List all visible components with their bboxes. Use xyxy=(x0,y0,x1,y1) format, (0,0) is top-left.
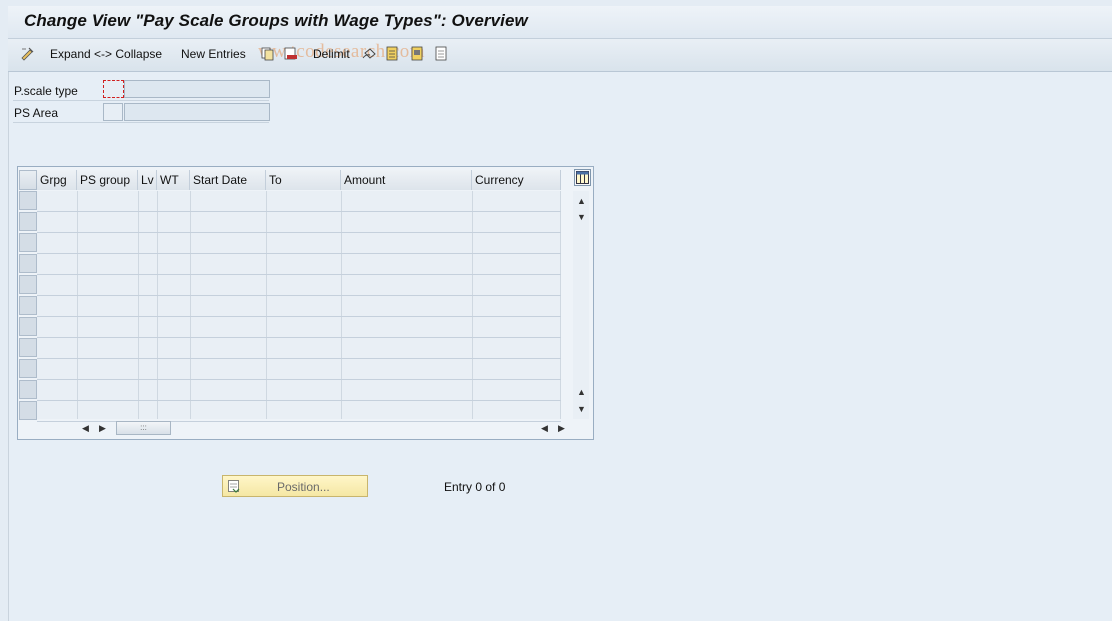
row-selector[interactable] xyxy=(19,191,37,210)
ps-area-label: PS Area xyxy=(14,106,59,120)
position-button-label: Position... xyxy=(277,480,330,494)
table-row xyxy=(37,274,561,275)
position-button[interactable]: Position... xyxy=(222,475,368,497)
pscale-type-label: P.scale type xyxy=(14,84,78,98)
column-header-lv[interactable]: Lv xyxy=(138,170,157,190)
table-settings-icon[interactable] xyxy=(574,169,591,186)
select-all-rows-button[interactable] xyxy=(19,170,37,190)
column-header-wt[interactable]: WT xyxy=(157,170,190,190)
row-selector[interactable] xyxy=(19,212,37,231)
column-divider xyxy=(77,191,78,419)
column-divider xyxy=(266,191,267,419)
display-change-icon[interactable] xyxy=(20,46,35,61)
row-selector[interactable] xyxy=(19,233,37,252)
page-title: Change View "Pay Scale Groups with Wage … xyxy=(24,11,528,30)
row-selector[interactable] xyxy=(19,401,37,420)
delete-icon[interactable] xyxy=(283,46,298,61)
column-header-grpg[interactable]: Grpg xyxy=(37,170,77,190)
column-header-ps-group[interactable]: PS group xyxy=(77,170,138,190)
ps-area-text-field xyxy=(124,103,270,121)
column-header-currency[interactable]: Currency xyxy=(472,170,561,190)
copy-as-icon[interactable] xyxy=(260,46,275,61)
select-block-icon[interactable] xyxy=(410,46,425,61)
row-selector[interactable] xyxy=(19,317,37,336)
row-selector[interactable] xyxy=(19,338,37,357)
row-selector[interactable] xyxy=(19,380,37,399)
column-divider xyxy=(341,191,342,419)
table-row xyxy=(37,253,561,254)
delimit-button[interactable]: Delimit xyxy=(313,47,350,61)
ps-area-field[interactable] xyxy=(103,103,123,121)
table-row xyxy=(37,232,561,233)
column-header-to[interactable]: To xyxy=(266,170,341,190)
column-divider xyxy=(472,191,473,419)
scroll-page-down-icon[interactable]: ▼ xyxy=(577,212,586,222)
scroll-down-icon[interactable]: ▼ xyxy=(577,404,586,414)
scroll-right-icon[interactable]: ▶ xyxy=(558,423,565,433)
scroll-right-page-icon[interactable]: ▶ xyxy=(99,423,106,433)
scroll-left-icon[interactable]: ◀ xyxy=(82,423,89,433)
table-grid xyxy=(37,191,561,422)
column-divider xyxy=(190,191,191,419)
application-toolbar: Expand <-> Collapse New Entries ww.tcode… xyxy=(8,39,1112,72)
scroll-left-page-icon[interactable]: ◀ xyxy=(541,423,548,433)
table-row xyxy=(37,400,561,401)
entry-counter: Entry 0 of 0 xyxy=(444,480,506,494)
row-selector[interactable] xyxy=(19,275,37,294)
column-header-start-date[interactable]: Start Date xyxy=(190,170,266,190)
deselect-all-icon[interactable] xyxy=(434,46,449,61)
scroll-up-icon[interactable]: ▲ xyxy=(577,196,586,206)
table-control: Grpg PS group Lv WT Start Date To Amount… xyxy=(17,166,594,440)
undo-change-icon[interactable] xyxy=(362,46,377,61)
horizontal-scroll-thumb[interactable]: ::: xyxy=(116,421,171,435)
row-selector[interactable] xyxy=(19,296,37,315)
table-row xyxy=(37,358,561,359)
new-entries-button[interactable]: New Entries xyxy=(181,47,246,61)
pscale-type-separator xyxy=(13,100,269,101)
pscale-type-text-field xyxy=(124,80,270,98)
table-row xyxy=(37,316,561,317)
select-all-icon[interactable] xyxy=(385,46,400,61)
pscale-type-field[interactable] xyxy=(103,80,124,98)
column-header-amount[interactable]: Amount xyxy=(341,170,472,190)
horizontal-scrollbar[interactable]: ◀ ▶ ::: ◀ ▶ xyxy=(76,420,573,436)
table-row xyxy=(37,379,561,380)
row-selector[interactable] xyxy=(19,254,37,273)
row-selector[interactable] xyxy=(19,359,37,378)
column-divider xyxy=(157,191,158,419)
scroll-page-up-icon[interactable]: ▲ xyxy=(577,387,586,397)
table-row xyxy=(37,337,561,338)
column-divider xyxy=(138,191,139,419)
vertical-scrollbar[interactable]: ▲ ▼ ▲ ▼ xyxy=(573,191,589,419)
column-divider xyxy=(560,191,561,419)
expand-collapse-button[interactable]: Expand <-> Collapse xyxy=(50,47,162,61)
position-icon xyxy=(228,480,240,493)
title-bar: Change View "Pay Scale Groups with Wage … xyxy=(8,6,1112,39)
table-row xyxy=(37,295,561,296)
ps-area-separator xyxy=(13,122,269,123)
table-row xyxy=(37,211,561,212)
